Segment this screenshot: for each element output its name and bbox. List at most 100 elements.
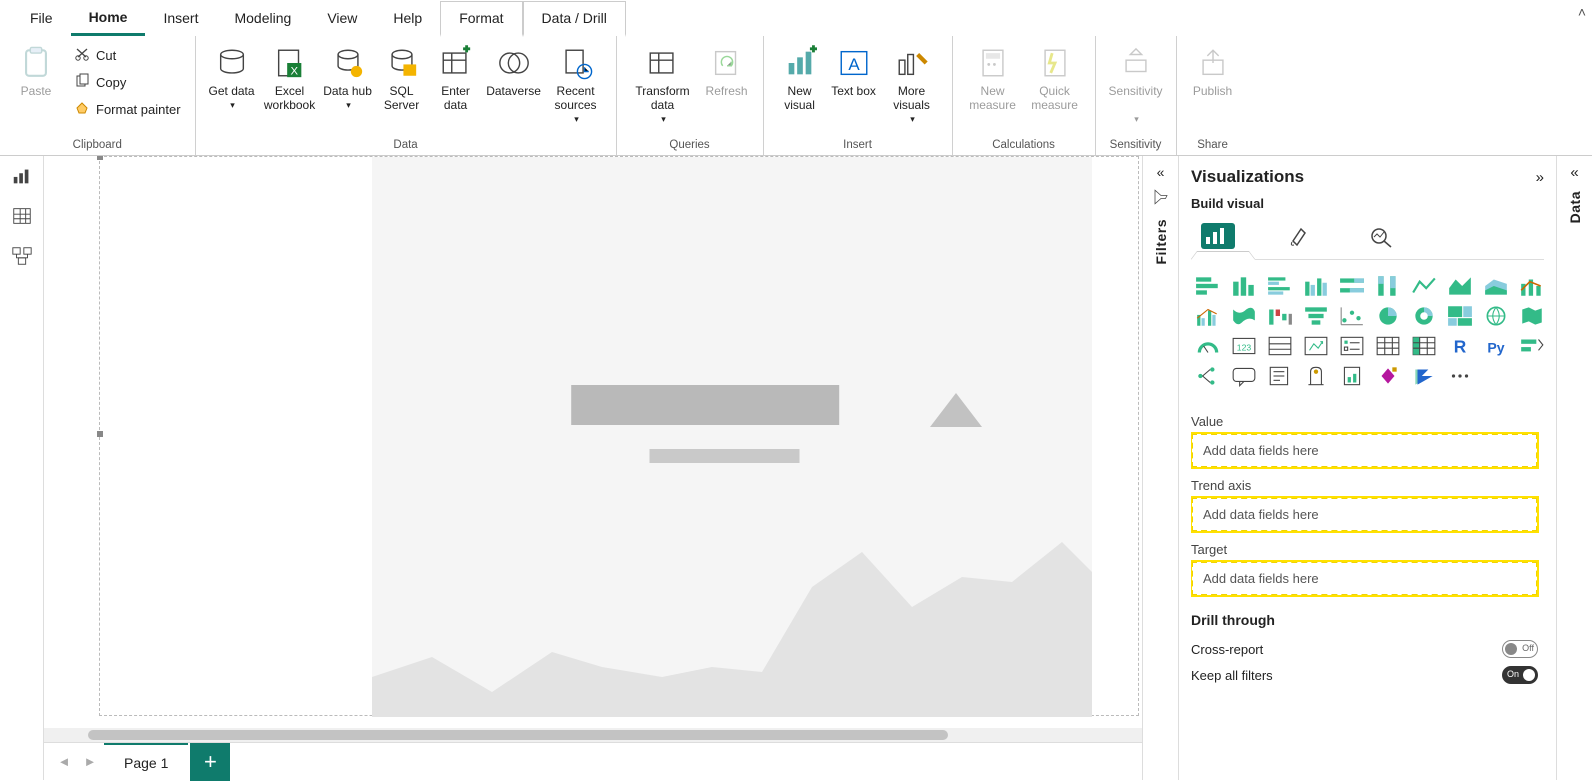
viz-pie-icon[interactable] [1373, 304, 1403, 328]
page-tab-1[interactable]: Page 1 [104, 743, 188, 781]
filters-expand-icon[interactable]: « [1157, 164, 1165, 180]
viz-slicer-icon[interactable] [1337, 334, 1367, 358]
viz-gauge-icon[interactable] [1193, 334, 1223, 358]
tab-view[interactable]: View [309, 2, 375, 34]
well-drop-value[interactable]: Add data fields here [1191, 433, 1538, 468]
cut-button[interactable]: Cut [70, 44, 185, 67]
viz-ribbon-icon[interactable] [1229, 304, 1259, 328]
publish-button[interactable]: Publish [1187, 40, 1239, 130]
dataverse-button[interactable]: Dataverse [484, 40, 544, 130]
page-next-button[interactable]: ► [78, 754, 102, 769]
more-visuals-button[interactable]: More visuals▾ [882, 40, 942, 130]
tab-data-drill[interactable]: Data / Drill [523, 1, 626, 37]
get-data-button[interactable]: Get data▾ [206, 40, 258, 130]
data-pane-title[interactable]: Data [1567, 191, 1583, 223]
report-view-icon[interactable] [10, 164, 34, 188]
viz-area-icon[interactable] [1445, 274, 1475, 298]
viz-power-automate-icon[interactable] [1409, 364, 1439, 388]
selection-handle[interactable] [97, 431, 103, 437]
viz-clustered-bar-icon[interactable] [1265, 274, 1295, 298]
well-drop-target[interactable]: Add data fields here [1191, 561, 1538, 596]
recent-sources-button[interactable]: Recent sources▾ [546, 40, 606, 130]
scrollbar-thumb[interactable] [88, 730, 948, 740]
report-canvas[interactable] [99, 156, 1139, 716]
excel-workbook-button[interactable]: X Excel workbook [260, 40, 320, 130]
filters-pane-title[interactable]: Filters [1153, 219, 1169, 265]
viz-goals-icon[interactable] [1301, 364, 1331, 388]
viz-stacked-bar-icon[interactable] [1193, 274, 1223, 298]
model-view-icon[interactable] [10, 244, 34, 268]
analytics-tab[interactable] [1361, 217, 1403, 259]
more-visuals-icon [895, 46, 929, 80]
data-hub-button[interactable]: Data hub▾ [322, 40, 374, 130]
viz-clustered-column-icon[interactable] [1301, 274, 1331, 298]
well-drop-trend-axis[interactable]: Add data fields here [1191, 497, 1538, 532]
viz-map-icon[interactable] [1481, 304, 1511, 328]
viz-qa-icon[interactable] [1229, 364, 1259, 388]
enter-data-button[interactable]: Enter data [430, 40, 482, 130]
selection-handle[interactable] [97, 156, 103, 160]
ribbon-group-calculations: New measure Quick measure Calculations [953, 36, 1096, 155]
paste-button[interactable]: Paste [10, 40, 62, 130]
viz-python-icon[interactable]: Py [1481, 334, 1511, 358]
viz-table-icon[interactable] [1373, 334, 1403, 358]
viz-line-stacked-column-icon[interactable] [1517, 274, 1547, 298]
refresh-button[interactable]: Refresh [701, 40, 753, 130]
tab-help[interactable]: Help [375, 2, 440, 34]
quick-measure-button[interactable]: Quick measure [1025, 40, 1085, 130]
transform-data-button[interactable]: Transform data▾ [627, 40, 699, 130]
data-view-icon[interactable] [10, 204, 34, 228]
cross-report-toggle[interactable]: Off [1502, 640, 1538, 658]
visualizations-collapse-icon[interactable]: » [1536, 169, 1544, 186]
format-visual-tab[interactable] [1279, 217, 1321, 259]
add-page-button[interactable]: + [190, 743, 230, 781]
tab-file[interactable]: File [12, 2, 71, 34]
viz-line-icon[interactable] [1409, 274, 1439, 298]
page-prev-button[interactable]: ◄ [52, 754, 76, 769]
viz-100-stacked-column-icon[interactable] [1373, 274, 1403, 298]
viz-card-icon[interactable]: 123 [1229, 334, 1259, 358]
new-measure-button[interactable]: New measure [963, 40, 1023, 130]
viz-get-more-visuals-icon[interactable] [1445, 364, 1475, 388]
viz-waterfall-icon[interactable] [1265, 304, 1295, 328]
refresh-label: Refresh [706, 84, 748, 98]
copy-button[interactable]: Copy [70, 71, 185, 94]
sql-server-button[interactable]: SQL Server [376, 40, 428, 130]
tab-format[interactable]: Format [440, 1, 522, 37]
viz-treemap-icon[interactable] [1445, 304, 1475, 328]
viz-multi-row-card-icon[interactable] [1265, 334, 1295, 358]
viz-scatter-icon[interactable] [1337, 304, 1367, 328]
viz-stacked-column-icon[interactable] [1229, 274, 1259, 298]
format-painter-button[interactable]: Format painter [70, 98, 185, 121]
tab-modeling[interactable]: Modeling [216, 2, 309, 34]
text-box-button[interactable]: A Text box [828, 40, 880, 130]
data-expand-icon[interactable]: « [1570, 164, 1578, 181]
viz-narrative-icon[interactable] [1265, 364, 1295, 388]
data-hub-label: Data hub [323, 84, 372, 98]
viz-r-visual-icon[interactable]: R [1445, 334, 1475, 358]
viz-decomposition-tree-icon[interactable] [1193, 364, 1223, 388]
viz-line-clustered-column-icon[interactable] [1193, 304, 1223, 328]
horizontal-scrollbar[interactable] [44, 728, 1142, 742]
viz-stacked-area-icon[interactable] [1481, 274, 1511, 298]
keep-all-filters-toggle[interactable]: On [1502, 666, 1538, 684]
viz-power-apps-icon[interactable] [1373, 364, 1403, 388]
tab-insert[interactable]: Insert [145, 2, 216, 34]
tab-home[interactable]: Home [71, 1, 146, 36]
viz-matrix-icon[interactable] [1409, 334, 1439, 358]
viz-filled-map-icon[interactable] [1517, 304, 1547, 328]
new-visual-button[interactable]: New visual [774, 40, 826, 130]
filters-icon[interactable] [1152, 188, 1170, 209]
build-visual-tab[interactable] [1197, 217, 1239, 259]
viz-key-influencers-icon[interactable] [1517, 334, 1547, 358]
ribbon-collapse-icon[interactable]: ˄ [1578, 4, 1586, 20]
viz-kpi-icon[interactable] [1301, 334, 1331, 358]
viz-funnel-icon[interactable] [1301, 304, 1331, 328]
viz-donut-icon[interactable] [1409, 304, 1439, 328]
viz-paginated-report-icon[interactable] [1337, 364, 1367, 388]
kpi-visual-placeholder[interactable] [372, 157, 1092, 717]
cut-label: Cut [96, 48, 116, 63]
viz-100-stacked-bar-icon[interactable] [1337, 274, 1367, 298]
sensitivity-button[interactable]: Sensitivity▾ [1106, 40, 1166, 130]
placeholder-subtitle-bar [650, 449, 800, 463]
